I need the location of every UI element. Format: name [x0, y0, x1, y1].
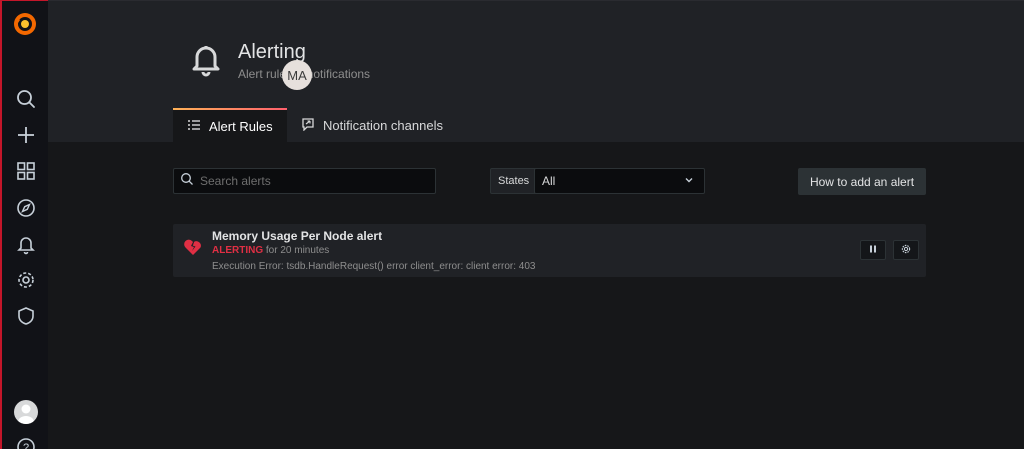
tab-notification-channels[interactable]: Notification channels	[287, 108, 457, 143]
alert-error-message: Execution Error: tsdb.HandleRequest() er…	[212, 261, 536, 272]
alert-duration: for 20 minutes	[263, 245, 330, 256]
tab-label: Notification channels	[323, 118, 443, 133]
explore-compass-icon[interactable]	[15, 197, 37, 219]
alert-state-badge: ALERTING	[212, 245, 264, 256]
svg-text:?: ?	[23, 442, 29, 449]
heart-break-icon	[183, 237, 203, 257]
edit-alert-settings-button[interactable]	[893, 240, 919, 260]
states-select[interactable]: All	[534, 168, 705, 194]
grafana-logo-icon[interactable]	[12, 11, 38, 37]
bell-icon[interactable]	[15, 233, 37, 255]
alert-state-line: ALERTING for 20 minutes	[212, 245, 329, 256]
bell-icon	[188, 41, 224, 77]
search-icon	[180, 172, 194, 191]
help-icon[interactable]: ?	[16, 437, 36, 449]
search-icon[interactable]	[15, 88, 37, 110]
gear-icon[interactable]	[15, 269, 37, 291]
gear-icon	[901, 241, 911, 259]
pause-icon	[868, 241, 878, 259]
search-input[interactable]	[200, 174, 420, 188]
plus-icon[interactable]	[15, 124, 37, 146]
sidebar: ?	[0, 0, 48, 449]
chevron-down-icon	[684, 174, 694, 188]
user-initials-avatar: MA	[282, 60, 312, 90]
dashboards-icon[interactable]	[15, 160, 37, 182]
shield-icon[interactable]	[15, 305, 37, 327]
how-to-add-alert-button[interactable]: How to add an alert	[798, 168, 926, 195]
comment-alt-share-icon	[301, 117, 315, 134]
page-header: Alerting Alert rules & notifications MA …	[48, 0, 1024, 143]
user-avatar[interactable]	[14, 400, 38, 424]
alert-rule-name[interactable]: Memory Usage Per Node alert	[212, 229, 382, 243]
states-selected-value: All	[542, 174, 556, 188]
alert-rule-card: Memory Usage Per Node alert ALERTING for…	[173, 224, 926, 277]
states-label: States	[490, 168, 538, 194]
pause-alert-button[interactable]	[860, 240, 886, 260]
tab-label: Alert Rules	[209, 119, 273, 134]
tab-alert-rules[interactable]: Alert Rules	[173, 108, 287, 143]
search-field[interactable]	[173, 168, 436, 194]
list-icon	[187, 118, 201, 135]
